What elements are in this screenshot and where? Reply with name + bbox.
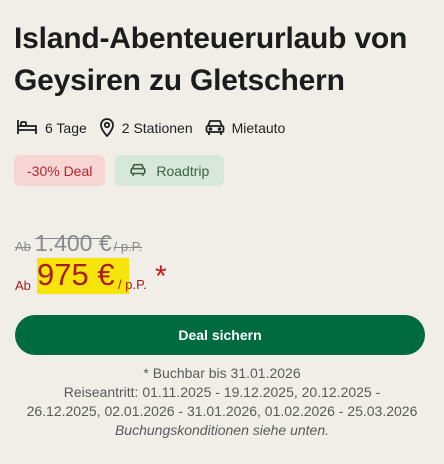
booking-deadline: * Buchbar bis 31.01.2026 bbox=[143, 365, 301, 381]
deal-badge: -30% Deal bbox=[14, 155, 106, 186]
deal-sichern-button[interactable]: Deal sichern bbox=[15, 315, 425, 355]
badge-row: -30% Deal Roadtrip bbox=[14, 155, 234, 186]
booking-notes: * Buchbar bis 31.01.2026 Reiseantritt: 0… bbox=[0, 364, 444, 440]
roadtrip-badge: Roadtrip bbox=[115, 155, 225, 186]
original-price-amount: 1.400 € bbox=[34, 230, 112, 256]
bed-icon bbox=[16, 119, 45, 138]
roadtrip-badge-label: Roadtrip bbox=[156, 162, 210, 179]
fact-car: Mietauto bbox=[205, 118, 286, 139]
deal-price-suffix: / p.P. bbox=[118, 277, 147, 292]
trip-facts: 6 Tage 2 Stationen Mietauto bbox=[16, 116, 297, 140]
travel-dates-line-2: 26.12.2025, 02.01.2026 - 31.01.2026, 01.… bbox=[26, 403, 418, 419]
fact-stations: 2 Stationen bbox=[99, 117, 193, 140]
car-icon bbox=[130, 162, 156, 180]
deal-price-amount: 975 € bbox=[37, 257, 115, 292]
car-icon bbox=[205, 118, 232, 139]
location-pin-icon bbox=[99, 117, 122, 140]
fact-duration-label: 6 Tage bbox=[45, 120, 87, 136]
price-asterisk: * bbox=[155, 260, 167, 293]
original-price-prefix: Ab bbox=[15, 239, 31, 254]
travel-dates-line-1: Reiseantritt: 01.11.2025 - 19.12.2025, 2… bbox=[63, 384, 381, 400]
fact-stations-label: 2 Stationen bbox=[121, 120, 193, 136]
fact-car-label: Mietauto bbox=[231, 120, 286, 136]
deal-card: Island-Abenteuerurlaub von Geysiren zu G… bbox=[0, 0, 444, 464]
original-price-suffix: / p.P. bbox=[113, 239, 143, 254]
page-title: Island-Abenteuerurlaub von Geysiren zu G… bbox=[14, 22, 408, 97]
original-price: Ab 1.400 € / p.P. bbox=[15, 230, 142, 257]
fact-duration: 6 Tage bbox=[16, 119, 87, 138]
deal-price-prefix: Ab bbox=[15, 278, 31, 293]
booking-conditions-note: Buchungskonditionen siehe unten. bbox=[114, 422, 330, 438]
